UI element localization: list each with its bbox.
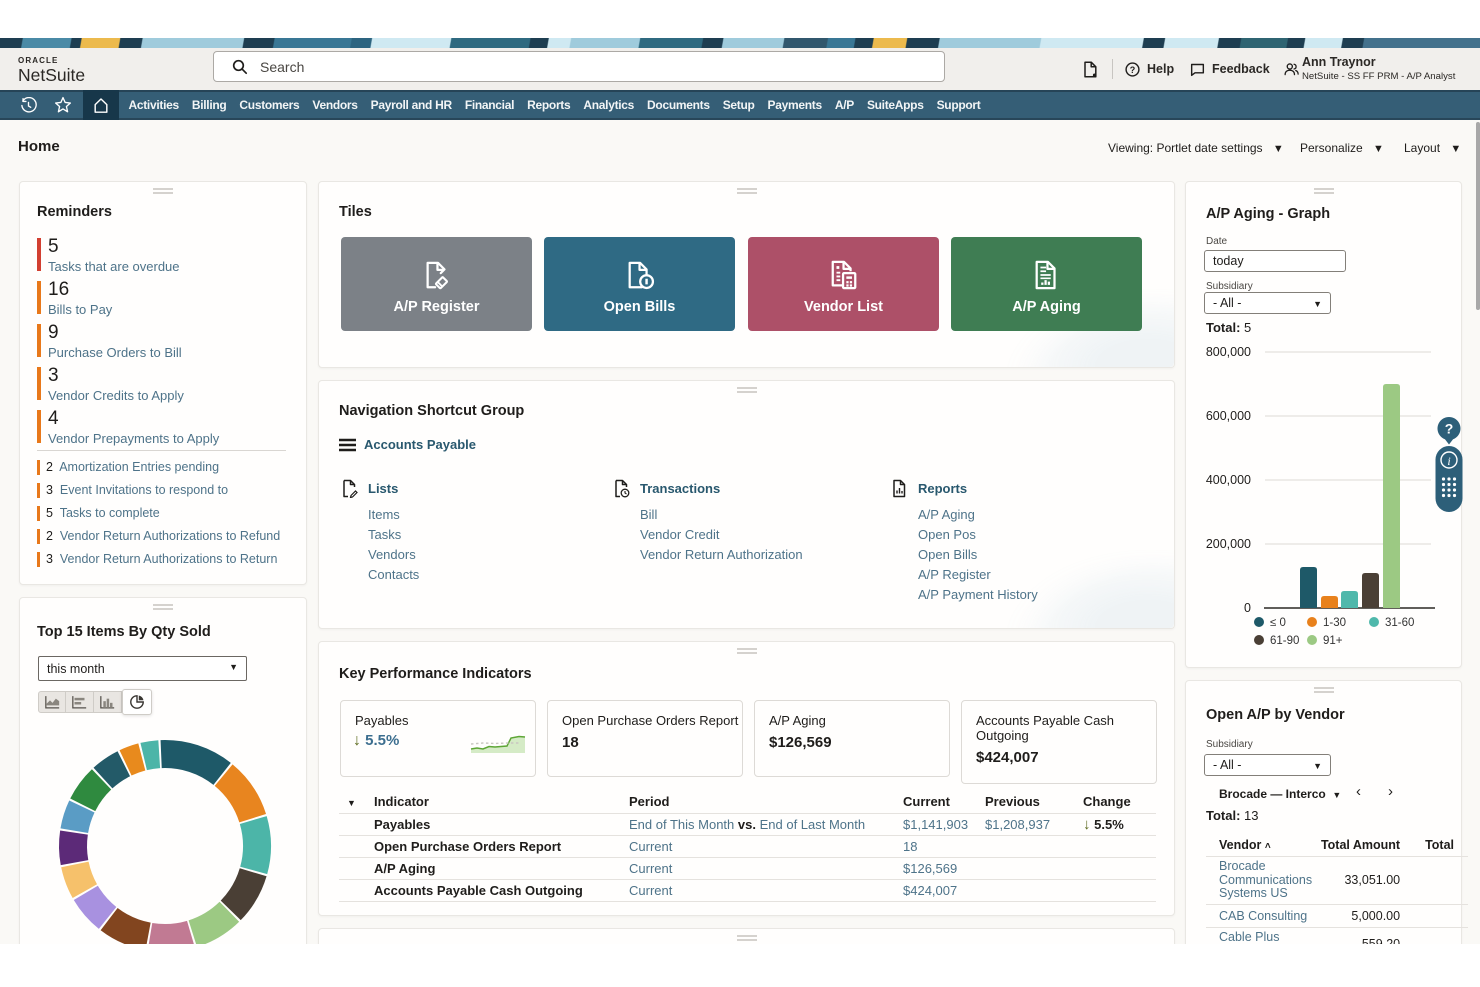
svg-text:≤ 0: ≤ 0	[1270, 617, 1286, 629]
svg-text:31-60: 31-60	[1385, 617, 1414, 629]
svg-text:400,000: 400,000	[1206, 473, 1251, 487]
svg-text:800,000: 800,000	[1206, 345, 1251, 359]
svg-text:i: i	[1447, 454, 1450, 468]
svg-text:?: ?	[1130, 64, 1136, 74]
svg-text:600,000: 600,000	[1206, 409, 1251, 423]
svg-text:200,000: 200,000	[1206, 537, 1251, 551]
svg-text:91+: 91+	[1323, 635, 1343, 647]
svg-text:?: ?	[1445, 421, 1454, 437]
svg-text:61-90: 61-90	[1270, 635, 1299, 647]
svg-text:1-30: 1-30	[1323, 617, 1346, 629]
svg-text:0: 0	[1244, 601, 1251, 615]
